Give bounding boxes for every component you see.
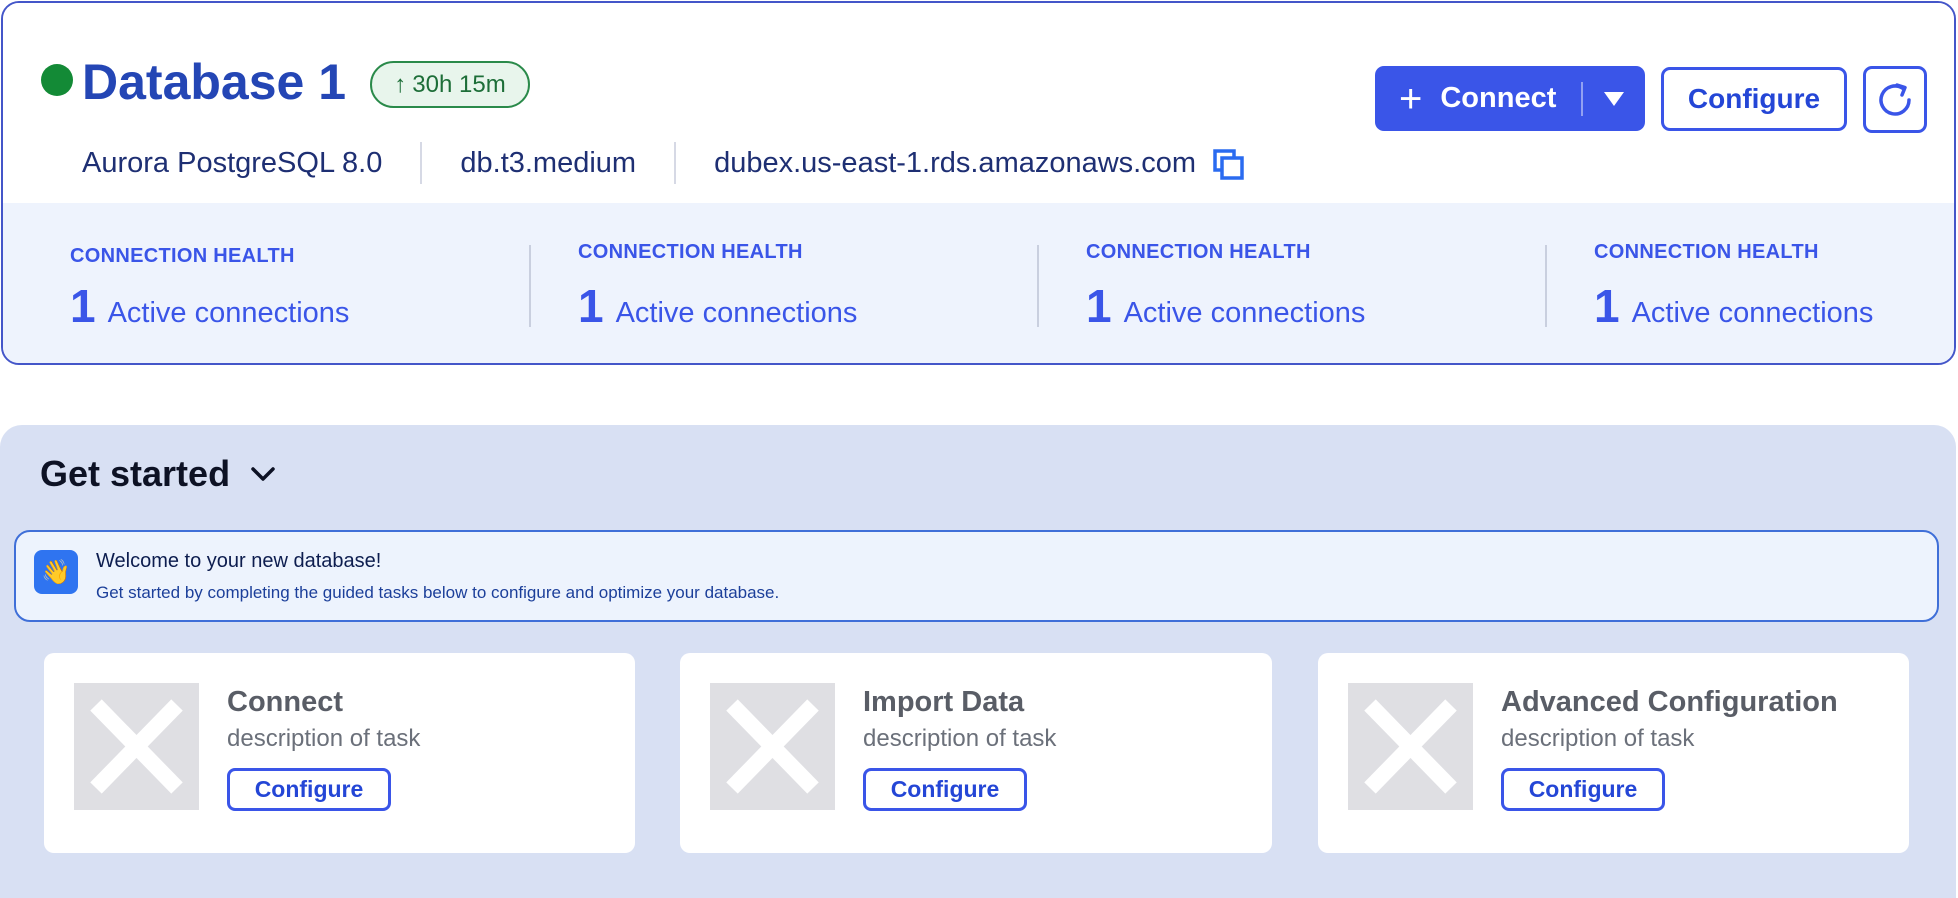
engine-label: Aurora PostgreSQL 8.0 bbox=[82, 146, 383, 179]
divider bbox=[1545, 245, 1547, 327]
health-value: 1 Active connections bbox=[578, 279, 857, 333]
database-title: Database 1 bbox=[82, 54, 347, 110]
refresh-icon bbox=[1879, 82, 1911, 116]
welcome-title: Welcome to your new database! bbox=[96, 550, 382, 572]
task-title: Import Data bbox=[863, 686, 1025, 718]
divider bbox=[420, 142, 423, 184]
task-configure-button[interactable]: Configure bbox=[1501, 768, 1665, 811]
arrow-up-icon: ↑ bbox=[394, 70, 407, 98]
health-value: 1 Active connections bbox=[1594, 279, 1873, 333]
connect-split-button[interactable]: + Connect bbox=[1375, 66, 1645, 131]
task-card-import-data: Import Data description of task Configur… bbox=[680, 653, 1272, 853]
divider bbox=[529, 245, 531, 327]
connect-button[interactable]: + Connect bbox=[1375, 66, 1581, 131]
connection-health-strip: CONNECTION HEALTH 1 Active connections C… bbox=[3, 203, 1954, 363]
placeholder-image-icon bbox=[1348, 683, 1473, 810]
uptime-value: 30h 15m bbox=[412, 70, 506, 98]
task-configure-button[interactable]: Configure bbox=[227, 768, 391, 811]
task-card-connect: Connect description of task Configure bbox=[44, 653, 635, 853]
divider bbox=[1037, 245, 1039, 327]
task-description: description of task bbox=[1501, 725, 1695, 752]
connect-dropdown-toggle[interactable] bbox=[1583, 66, 1645, 131]
divider bbox=[674, 142, 677, 184]
health-count: 1 bbox=[1086, 280, 1112, 332]
health-value: 1 Active connections bbox=[1086, 279, 1365, 333]
health-label: CONNECTION HEALTH bbox=[70, 245, 295, 267]
placeholder-image-icon bbox=[74, 683, 199, 810]
health-label: CONNECTION HEALTH bbox=[1594, 241, 1819, 263]
health-count: 1 bbox=[70, 280, 96, 332]
health-text: Active connections bbox=[1631, 297, 1874, 329]
task-card-advanced-configuration: Advanced Configuration description of ta… bbox=[1318, 653, 1909, 853]
task-configure-button[interactable]: Configure bbox=[863, 768, 1027, 811]
endpoint-label: dubex.us-east-1.rds.amazonaws.com bbox=[714, 146, 1197, 179]
copy-icon[interactable] bbox=[1212, 148, 1246, 182]
task-description: description of task bbox=[227, 725, 421, 752]
waving-hand-icon: 👋 bbox=[34, 550, 78, 594]
database-meta: Aurora PostgreSQL 8.0 db.t3.medium dubex… bbox=[82, 141, 1246, 185]
configure-button[interactable]: Configure bbox=[1661, 67, 1847, 131]
instance-class-label: db.t3.medium bbox=[460, 146, 637, 179]
database-header: Database 1 ↑ 30h 15m Aurora PostgreSQL 8… bbox=[3, 3, 1954, 203]
health-text: Active connections bbox=[107, 297, 350, 329]
health-count: 1 bbox=[1594, 280, 1620, 332]
welcome-banner: 👋 Welcome to your new database! Get star… bbox=[14, 530, 1939, 622]
task-title: Connect bbox=[227, 686, 343, 718]
task-description: description of task bbox=[863, 725, 1057, 752]
plus-icon: + bbox=[1399, 76, 1423, 121]
health-label: CONNECTION HEALTH bbox=[578, 241, 803, 263]
health-text: Active connections bbox=[1123, 297, 1366, 329]
refresh-button[interactable] bbox=[1863, 66, 1927, 133]
task-title: Advanced Configuration bbox=[1501, 686, 1838, 718]
placeholder-image-icon bbox=[710, 683, 835, 810]
uptime-badge: ↑ 30h 15m bbox=[370, 61, 530, 108]
get-started-title: Get started bbox=[40, 453, 231, 494]
connect-button-label: Connect bbox=[1440, 82, 1557, 114]
health-value: 1 Active connections bbox=[70, 279, 349, 333]
get-started-panel: Get started 👋 Welcome to your new databa… bbox=[0, 425, 1956, 898]
database-summary-card: Database 1 ↑ 30h 15m Aurora PostgreSQL 8… bbox=[1, 1, 1956, 365]
caret-down-icon bbox=[1604, 91, 1624, 106]
get-started-toggle[interactable]: Get started bbox=[40, 453, 278, 495]
health-text: Active connections bbox=[615, 297, 858, 329]
health-count: 1 bbox=[578, 280, 604, 332]
chevron-down-icon bbox=[251, 467, 275, 481]
health-label: CONNECTION HEALTH bbox=[1086, 241, 1311, 263]
welcome-subtitle: Get started by completing the guided tas… bbox=[96, 583, 780, 602]
status-indicator bbox=[41, 64, 73, 96]
